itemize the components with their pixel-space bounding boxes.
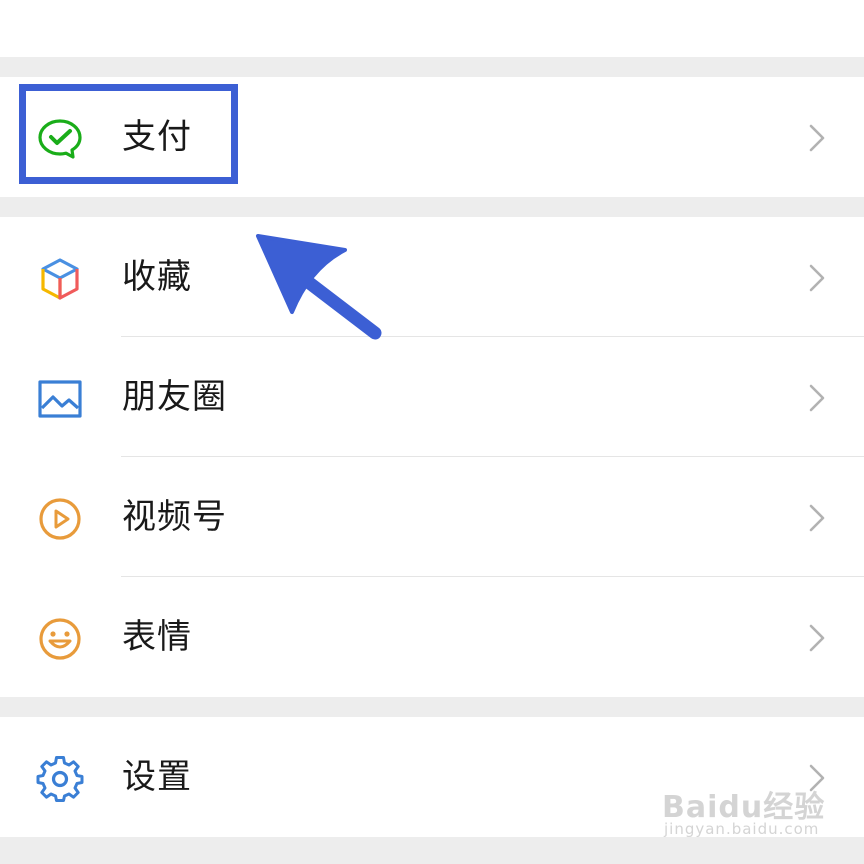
image-icon (36, 375, 84, 423)
menu-item-label: 设置 (122, 757, 192, 797)
chevron-right-icon (806, 264, 828, 292)
watermark: Baidu经验 jingyan.baidu.com (660, 768, 830, 848)
menu-item-favorites[interactable]: 收藏 (0, 217, 864, 337)
cube-icon (36, 255, 84, 303)
menu-item-label: 视频号 (122, 497, 227, 537)
top-section (0, 0, 864, 57)
chevron-right-icon (806, 504, 828, 532)
menu-item-channels[interactable]: 视频号 (0, 457, 864, 577)
smiley-icon (36, 615, 84, 663)
menu-group-features: 收藏 朋友圈 视频号 表情 (0, 217, 864, 697)
menu-item-moments[interactable]: 朋友圈 (0, 337, 864, 457)
menu-item-label: 朋友圈 (122, 377, 227, 417)
menu-item-pay[interactable]: 支付 (0, 77, 864, 197)
menu-item-stickers[interactable]: 表情 (0, 577, 864, 697)
menu-item-label: 收藏 (122, 257, 192, 297)
play-circle-icon (36, 495, 84, 543)
chevron-right-icon (806, 124, 828, 152)
watermark-url: jingyan.baidu.com (664, 820, 820, 838)
menu-item-label: 表情 (122, 617, 192, 657)
menu-group-pay: 支付 (0, 77, 864, 197)
menu-item-label: 支付 (122, 117, 192, 157)
gear-icon (36, 755, 84, 803)
chevron-right-icon (806, 384, 828, 412)
chevron-right-icon (806, 624, 828, 652)
wechat-pay-icon (36, 115, 84, 163)
